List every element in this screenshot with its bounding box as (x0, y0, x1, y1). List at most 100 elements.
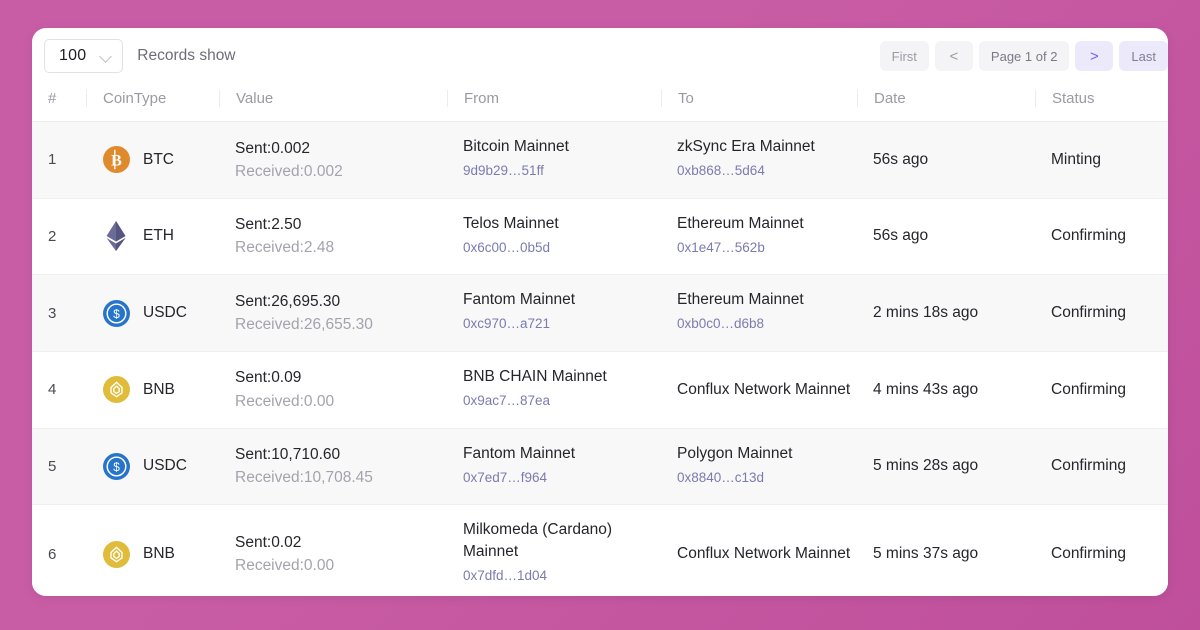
chevron-down-icon (100, 50, 112, 62)
cell-status: Confirming (1035, 198, 1168, 275)
table-body: 1BBTCSent:0.002Received:0.002Bitcoin Mai… (32, 122, 1168, 597)
table-row[interactable]: 5 $ USDC Sent:10,710.60Received:10,708.45Fa… (32, 428, 1168, 505)
to-network: Conflux Network Mainnet (677, 543, 857, 565)
coin-name: USDC (143, 457, 187, 475)
usdc-icon: $ (102, 299, 130, 327)
cell-status: Confirming (1035, 275, 1168, 352)
from-hash[interactable]: 0x6c00…0b5d (463, 235, 661, 261)
cell-status: Minting (1035, 122, 1168, 199)
to-network: Ethereum Mainnet (677, 289, 857, 311)
cell-to: Ethereum Mainnet0xb0c0…d6b8 (661, 275, 857, 352)
pagination-first-button[interactable]: First (880, 41, 929, 71)
value-received: Received:26,655.30 (235, 313, 447, 336)
table-row[interactable]: 1BBTCSent:0.002Received:0.002Bitcoin Mai… (32, 122, 1168, 199)
cell-number: 5 (32, 428, 86, 505)
status-badge: Confirming (1035, 227, 1168, 245)
svg-text:$: $ (113, 307, 120, 321)
to-hash[interactable]: 0xb868…5d64 (677, 158, 857, 184)
svg-text:$: $ (113, 460, 120, 474)
pagination-next-button[interactable]: > (1075, 41, 1113, 71)
value-received: Received:0.00 (235, 554, 447, 577)
cell-to: Conflux Network Mainnet (661, 351, 857, 428)
cell-status: Confirming (1035, 505, 1168, 596)
cell-number: 3 (32, 275, 86, 352)
status-badge: Confirming (1035, 545, 1168, 563)
records-show-label: Records show (137, 47, 235, 65)
cell-from: Telos Mainnet0x6c00…0b5d (447, 198, 661, 275)
value-sent: Sent:2.50 (235, 213, 447, 236)
cell-value: Sent:0.002Received:0.002 (219, 122, 447, 199)
value-received: Received:2.48 (235, 236, 447, 259)
table-row[interactable]: 4BNBSent:0.09Received:0.00BNB CHAIN Main… (32, 351, 1168, 428)
cell-cointype: ETH (86, 198, 219, 275)
pagination-last-button[interactable]: Last (1119, 41, 1168, 71)
column-header-value: Value (219, 84, 447, 122)
status-badge: Confirming (1035, 304, 1168, 322)
cell-cointype: BNB (86, 505, 219, 596)
cell-cointype: BBTC (86, 122, 219, 199)
bnb-icon (102, 376, 130, 404)
table-toolbar: 100 Records show First < Page 1 of 2 > L… (32, 28, 1168, 84)
coin-name: ETH (143, 227, 174, 245)
cell-cointype: $USDC (86, 275, 219, 352)
page-size-select[interactable]: 100 (44, 39, 123, 73)
from-hash[interactable]: 0x7dfd…1d04 (463, 563, 661, 589)
coin-name: BNB (143, 545, 175, 563)
column-header-status: Status (1035, 84, 1168, 122)
cell-to: zkSync Era Mainnet0xb868…5d64 (661, 122, 857, 199)
pagination: First < Page 1 of 2 > Last (880, 41, 1168, 71)
pagination-page-info: Page 1 of 2 (979, 41, 1070, 71)
cell-number: 2 (32, 198, 86, 275)
ethereum-icon (102, 222, 130, 250)
value-sent: Sent:0.02 (235, 531, 447, 554)
table-row[interactable]: 2 ETH Sent:2.50Received:2.48Telos Mainnet0… (32, 198, 1168, 275)
cell-number: 4 (32, 351, 86, 428)
column-header-from: From (447, 84, 661, 122)
value-received: Received:0.00 (235, 390, 447, 413)
from-network: Bitcoin Mainnet (463, 136, 661, 158)
status-badge: Confirming (1035, 457, 1168, 475)
cell-from: Bitcoin Mainnet9d9b29…51ff (447, 122, 661, 199)
date-text: 4 mins 43s ago (857, 381, 1035, 399)
date-text: 2 mins 18s ago (857, 304, 1035, 322)
to-hash[interactable]: 0x1e47…562b (677, 235, 857, 261)
cell-date: 2 mins 18s ago (857, 275, 1035, 352)
table-row[interactable]: 3$USDCSent:26,695.30Received:26,655.30Fa… (32, 275, 1168, 352)
to-hash[interactable]: 0x8840…c13d (677, 465, 857, 491)
from-hash[interactable]: 0x9ac7…87ea (463, 388, 661, 414)
table-row[interactable]: 6BNBSent:0.02Received:0.00Milkomeda (Car… (32, 505, 1168, 596)
cell-from: Fantom Mainnet0x7ed7…f964 (447, 428, 661, 505)
to-hash[interactable]: 0xb0c0…d6b8 (677, 311, 857, 337)
cell-value: Sent:10,710.60Received:10,708.45 (219, 428, 447, 505)
cell-value: Sent:26,695.30Received:26,655.30 (219, 275, 447, 352)
from-hash[interactable]: 0x7ed7…f964 (463, 465, 661, 491)
from-hash[interactable]: 0xc970…a721 (463, 311, 661, 337)
cell-date: 4 mins 43s ago (857, 351, 1035, 428)
from-network: Fantom Mainnet (463, 289, 661, 311)
usdc-icon: $ (102, 452, 130, 480)
value-sent: Sent:0.002 (235, 137, 447, 160)
value-sent: Sent:26,695.30 (235, 290, 447, 313)
table-header: # CoinType Value From To Date Status (32, 84, 1168, 122)
page-size-value: 100 (59, 47, 86, 65)
cell-status: Confirming (1035, 428, 1168, 505)
to-network: Conflux Network Mainnet (677, 379, 857, 401)
coin-name: BTC (143, 151, 174, 169)
value-received: Received:10,708.45 (235, 466, 447, 489)
value-sent: Sent:0.09 (235, 366, 447, 389)
cell-to: Conflux Network Mainnet (661, 505, 857, 596)
cell-value: Sent:2.50Received:2.48 (219, 198, 447, 275)
transactions-table: # CoinType Value From To Date Status 1BB… (32, 84, 1168, 596)
column-header-cointype: CoinType (86, 84, 219, 122)
cell-to: Ethereum Mainnet0x1e47…562b (661, 198, 857, 275)
coin-name: BNB (143, 381, 175, 399)
column-header-to: To (661, 84, 857, 122)
cell-number: 1 (32, 122, 86, 199)
from-hash[interactable]: 9d9b29…51ff (463, 158, 661, 184)
pagination-prev-button[interactable]: < (935, 41, 973, 71)
cell-date: 5 mins 37s ago (857, 505, 1035, 596)
cell-number: 6 (32, 505, 86, 596)
cell-cointype: BNB (86, 351, 219, 428)
status-badge: Confirming (1035, 381, 1168, 399)
cell-cointype: $ USDC (86, 428, 219, 505)
